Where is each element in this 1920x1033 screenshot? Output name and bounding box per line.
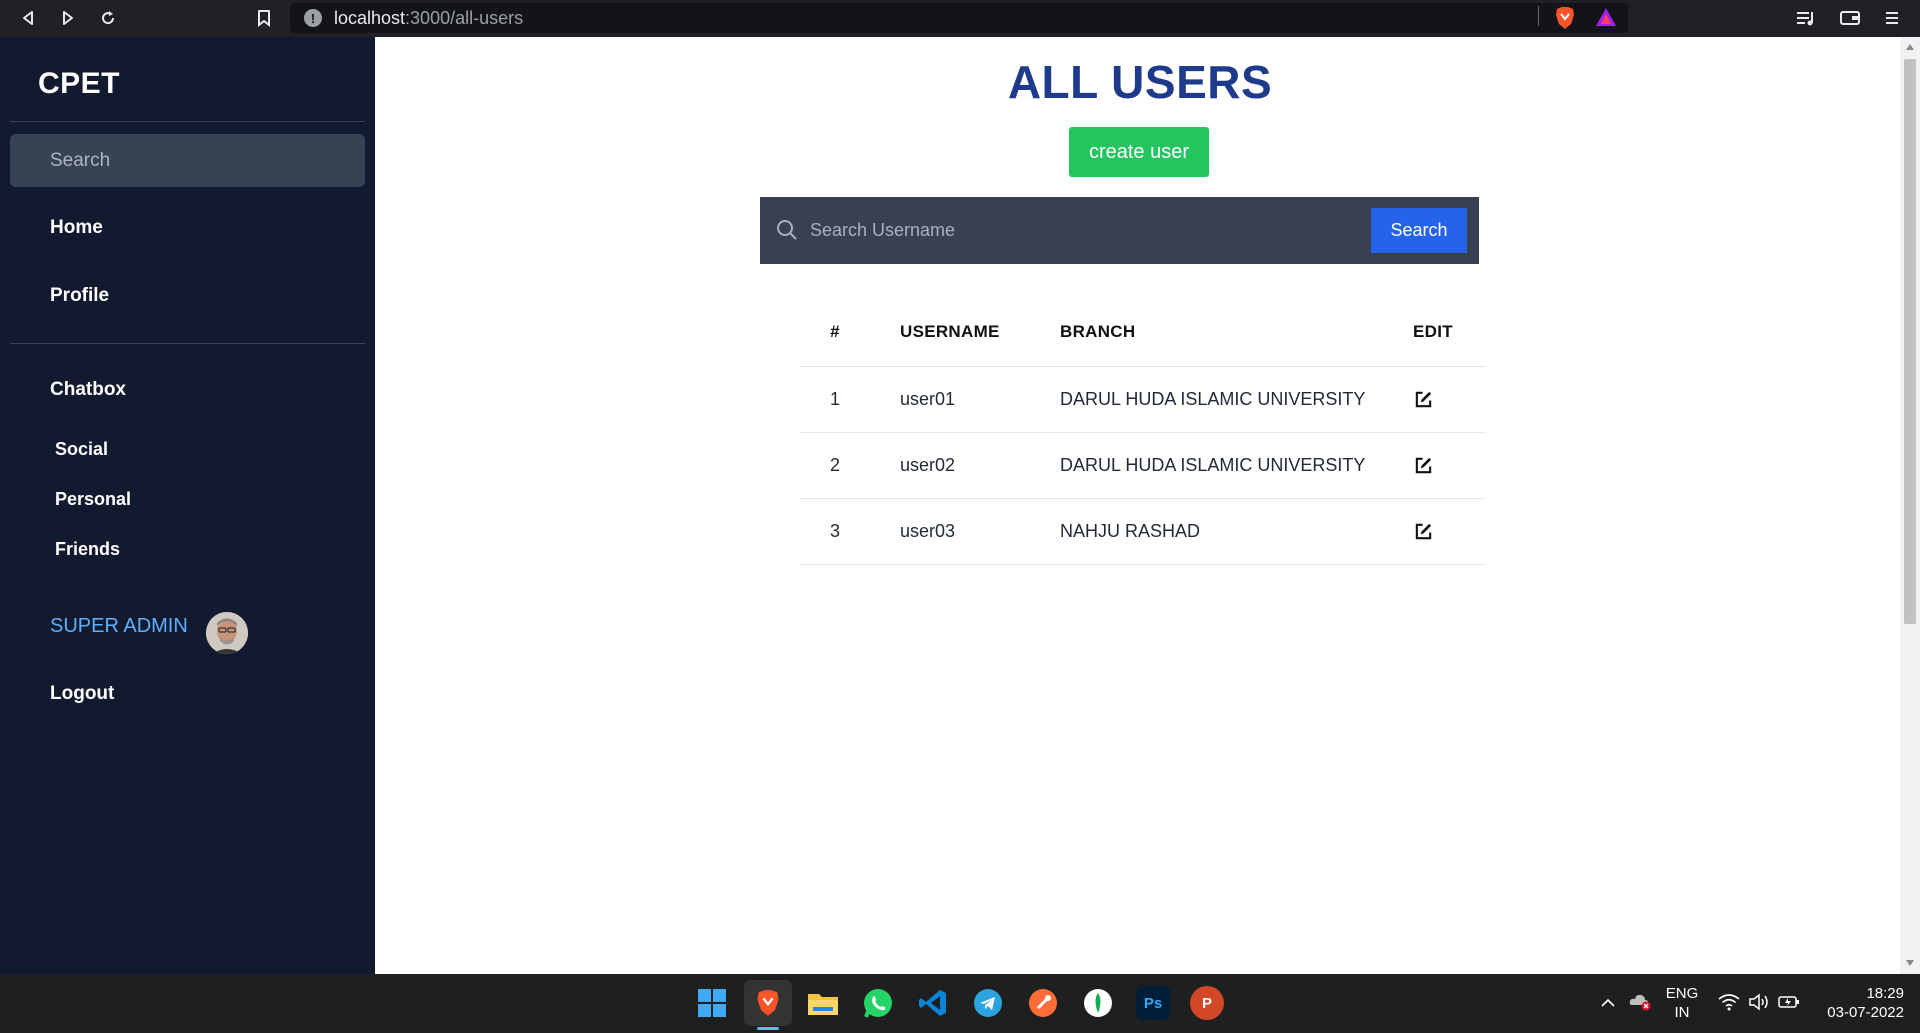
sidebar: CPET Home Profile Chatbox Social Persona… [0,37,375,974]
telegram-icon[interactable] [971,986,1005,1020]
avatar[interactable] [206,612,248,654]
mongodb-compass-icon[interactable] [1081,986,1115,1020]
playlist-icon[interactable] [1794,6,1818,30]
sidebar-item-logout[interactable]: Logout [50,683,114,705]
site-info-icon[interactable]: ! [304,9,322,27]
row-edit-cell [1410,433,1433,498]
header-edit: EDIT [1413,321,1453,341]
row-username: user02 [900,455,956,475]
row-username: user03 [900,521,956,541]
url-path: :3000/all-users [405,7,524,28]
whatsapp-icon[interactable] [861,986,895,1020]
scrollbar-thumb[interactable] [1904,59,1916,624]
table-row: 2 user02 DARUL HUDA ISLAMIC UNIVERSITY [800,433,1486,499]
brand-logo[interactable]: CPET [38,67,120,101]
row-edit-cell [1410,499,1433,564]
system-clock[interactable]: 18:29 03-07-2022 [1812,984,1904,1022]
page-title: ALL USERS [1007,56,1273,108]
url-host: localhost [334,7,406,28]
browser-toolbar: ! localhost:3000/all-users [0,0,1920,37]
row-number: 2 [829,455,840,475]
sidebar-item-home[interactable]: Home [50,217,103,239]
row-branch: NAHJU RASHAD [1060,521,1201,541]
table-header-row: # USERNAME BRANCH EDIT [800,297,1486,367]
row-number: 1 [829,389,840,409]
sidebar-divider [10,121,365,122]
onedrive-error-icon[interactable] [1628,991,1652,1016]
username-search-panel: Search [760,197,1479,264]
language-indicator[interactable]: ENG IN [1664,984,1700,1022]
table-row: 1 user01 DARUL HUDA ISLAMIC UNIVERSITY [800,367,1486,433]
create-user-button[interactable]: create user [1069,127,1209,177]
scroll-up-icon[interactable] [1905,43,1915,51]
photoshop-icon[interactable]: Ps [1136,986,1170,1020]
address-bar[interactable]: ! localhost:3000/all-users [290,3,1628,33]
brave-icon[interactable] [744,980,792,1026]
chevron-up-icon[interactable] [1600,994,1616,1012]
row-username: user01 [900,389,956,409]
edit-icon[interactable] [1413,390,1433,410]
file-explorer-icon[interactable] [806,986,840,1020]
row-branch: DARUL HUDA ISLAMIC UNIVERSITY [1060,389,1366,409]
powerpoint-icon[interactable]: P [1190,986,1224,1020]
row-number: 3 [829,521,840,541]
active-app-indicator [757,1027,779,1030]
row-branch: DARUL HUDA ISLAMIC UNIVERSITY [1060,455,1366,475]
brave-rewards-icon[interactable] [1594,6,1618,33]
admin-name[interactable]: SUPER ADMIN [50,615,188,638]
bookmark-icon[interactable] [250,4,278,32]
table-row: 3 user03 NAHJU RASHAD [800,499,1486,565]
menu-icon[interactable] [1880,6,1904,30]
row-edit-cell [1410,367,1433,432]
windows-taskbar: Ps P ENG IN 18:29 03-07-2022 [0,974,1920,1033]
sidebar-search-input[interactable] [10,134,365,187]
header-username: USERNAME [900,321,1000,341]
search-button[interactable]: Search [1371,208,1467,253]
sidebar-item-chatbox[interactable]: Chatbox [50,379,126,401]
users-table: # USERNAME BRANCH EDIT 1 user01 DARUL HU… [800,297,1486,565]
battery-icon[interactable] [1778,993,1800,1016]
brave-shields-icon[interactable] [1554,6,1576,35]
clock-time: 18:29 [1866,985,1904,1002]
sidebar-divider [10,343,365,344]
main-content: ALL USERS create user Search # USERNAME … [375,37,1900,974]
forward-icon[interactable] [54,4,82,32]
reload-icon[interactable] [94,4,122,32]
sidebar-item-personal[interactable]: Personal [55,489,131,510]
sidebar-item-social[interactable]: Social [55,439,108,460]
windows-start-icon[interactable] [695,986,729,1020]
username-search-input[interactable] [810,209,1350,251]
address-bar-separator [1538,6,1539,26]
wifi-icon[interactable] [1718,993,1740,1016]
back-icon[interactable] [14,4,42,32]
sidebar-item-profile[interactable]: Profile [50,285,109,307]
volume-icon[interactable] [1748,993,1770,1016]
region-code: IN [1674,1004,1690,1021]
sidebar-item-friends[interactable]: Friends [55,539,120,560]
edit-icon[interactable] [1413,456,1433,476]
edit-icon[interactable] [1413,522,1433,542]
search-icon [776,219,798,246]
postman-icon[interactable] [1026,986,1060,1020]
language-code: ENG [1665,985,1699,1002]
header-number: # [830,321,840,341]
header-branch: BRANCH [1060,321,1136,341]
clock-date: 03-07-2022 [1827,1004,1904,1021]
vscode-icon[interactable] [916,986,950,1020]
scroll-down-icon[interactable] [1905,959,1915,967]
wallet-icon[interactable] [1838,6,1862,30]
page-scrollbar[interactable] [1900,37,1920,974]
